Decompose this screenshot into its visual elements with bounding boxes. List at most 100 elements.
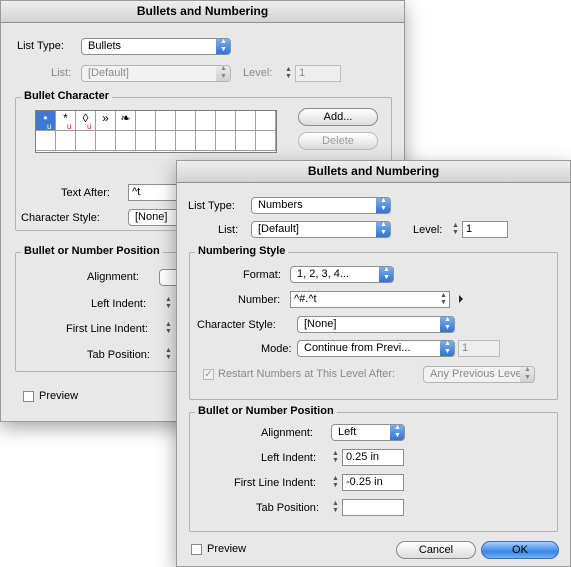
- back-bullet-character-title: Bullet Character: [21, 90, 112, 102]
- front-list-label: List:: [218, 224, 239, 236]
- back-position-title: Bullet or Number Position: [21, 245, 163, 257]
- front-format-value: 1, 2, 3, 4...: [297, 268, 349, 280]
- back-list-type-value: Bullets: [88, 40, 122, 52]
- popup-arrow-icon: ▲ ▼: [440, 341, 454, 356]
- front-first-line-label: First Line Indent:: [234, 477, 316, 489]
- glyph-cell[interactable]: [196, 111, 216, 131]
- popup-arrow-icon: ▲ ▼: [216, 66, 230, 81]
- back-list-popup[interactable]: [Default] ▲ ▼: [81, 65, 231, 82]
- ok-button[interactable]: OK: [481, 541, 559, 559]
- front-first-line-field[interactable]: -0.25 in: [342, 474, 404, 491]
- back-left-indent-stepper-icon[interactable]: ▲ ▼: [164, 296, 173, 311]
- front-level-stepper-icon[interactable]: ▲ ▼: [451, 222, 460, 237]
- glyph-cell[interactable]: [56, 131, 76, 151]
- glyph-cell[interactable]: [176, 111, 196, 131]
- front-number-label: Number:: [238, 294, 281, 306]
- popup-arrow-icon: ▲ ▼: [520, 367, 534, 382]
- back-alignment-label: Alignment:: [87, 271, 139, 283]
- front-char-style-popup[interactable]: [None] ▲ ▼: [297, 316, 455, 333]
- back-level-label: Level:: [243, 67, 273, 79]
- glyph-cell[interactable]: [236, 131, 256, 151]
- front-format-label: Format:: [243, 269, 281, 281]
- front-restart-checkbox[interactable]: ✓: [203, 369, 214, 380]
- glyph-cell[interactable]: [216, 111, 236, 131]
- glyph-cell[interactable]: * u: [56, 111, 76, 131]
- front-list-popup[interactable]: [Default] ▲ ▼: [251, 221, 391, 238]
- glyph-cell[interactable]: [36, 131, 56, 151]
- front-mode-popup[interactable]: Continue from Previ... ▲ ▼: [297, 340, 455, 357]
- front-preview-label: Preview: [207, 543, 247, 555]
- front-format-popup[interactable]: 1, 2, 3, 4... ▲ ▼: [290, 266, 394, 283]
- glyph-cell[interactable]: • u: [36, 111, 56, 131]
- front-restart-popup[interactable]: Any Previous Level ▲ ▼: [423, 366, 535, 383]
- back-text-after-value: ^t: [132, 186, 141, 198]
- insert-special-char-arrow-icon[interactable]: [459, 295, 463, 303]
- front-title-bar: Bullets and Numbering: [177, 161, 570, 183]
- front-left-indent-stepper-icon[interactable]: ▲ ▼: [331, 450, 340, 465]
- front-left-indent-field[interactable]: 0.25 in: [342, 449, 404, 466]
- front-dialog: Bullets and Numbering List Type: Numbers…: [176, 160, 571, 567]
- back-char-style-label: Character Style:: [21, 212, 100, 224]
- popup-arrow-icon: ▲ ▼: [376, 222, 390, 237]
- back-list-value: [Default]: [88, 67, 129, 79]
- glyph-cell[interactable]: [76, 131, 96, 151]
- popup-arrow-icon: ▲ ▼: [376, 198, 390, 213]
- popup-arrow-icon: ▲ ▼: [390, 425, 404, 440]
- back-glyph-grid[interactable]: • u * u ◊ u » ❧: [35, 110, 277, 153]
- glyph-cell[interactable]: [156, 131, 176, 151]
- front-restart-value: Any Previous Level: [430, 368, 525, 380]
- front-list-type-popup[interactable]: Numbers ▲ ▼: [251, 197, 391, 214]
- front-tab-position-field[interactable]: [342, 499, 404, 516]
- back-title-bar: Bullets and Numbering: [1, 1, 404, 23]
- front-first-line-value: -0.25 in: [346, 476, 383, 488]
- front-preview-checkbox[interactable]: [191, 544, 202, 555]
- front-number-field[interactable]: ^#.^t: [290, 291, 450, 308]
- delete-button[interactable]: Delete: [298, 132, 378, 150]
- glyph-cell[interactable]: ❧: [116, 111, 136, 131]
- front-number-stepper-icon[interactable]: ▲ ▼: [439, 292, 448, 307]
- front-list-type-value: Numbers: [258, 199, 303, 211]
- front-alignment-popup[interactable]: Left ▲ ▼: [331, 424, 405, 441]
- front-mode-start-field[interactable]: 1: [458, 340, 500, 357]
- front-restart-label: Restart Numbers at This Level After:: [218, 368, 396, 380]
- back-tab-position-stepper-icon[interactable]: ▲ ▼: [164, 347, 173, 362]
- front-char-style-value: [None]: [304, 318, 337, 330]
- front-alignment-value: Left: [338, 426, 357, 438]
- cancel-button[interactable]: Cancel: [396, 541, 476, 559]
- glyph-cell[interactable]: [256, 131, 276, 151]
- back-tab-position-label: Tab Position:: [87, 349, 150, 361]
- add-button[interactable]: Add...: [298, 108, 378, 126]
- front-number-value: ^#.^t: [294, 293, 317, 305]
- back-text-after-label: Text After:: [61, 187, 110, 199]
- front-level-label: Level:: [413, 224, 443, 236]
- back-level-value: 1: [299, 67, 306, 79]
- glyph-cell[interactable]: [256, 111, 276, 131]
- front-tab-position-label: Tab Position:: [256, 502, 319, 514]
- front-position-title: Bullet or Number Position: [195, 405, 337, 417]
- back-list-type-popup[interactable]: Bullets ▲ ▼: [81, 38, 231, 55]
- glyph-cell[interactable]: [96, 131, 116, 151]
- back-preview-checkbox[interactable]: [23, 391, 34, 402]
- front-first-line-stepper-icon[interactable]: ▲ ▼: [331, 475, 340, 490]
- glyph-cell[interactable]: [176, 131, 196, 151]
- front-level-field[interactable]: 1: [462, 221, 508, 238]
- glyph-cell[interactable]: [196, 131, 216, 151]
- back-level-stepper-icon[interactable]: ▲ ▼: [284, 66, 293, 81]
- glyph-cell[interactable]: [136, 111, 156, 131]
- glyph-cell[interactable]: [156, 111, 176, 131]
- back-first-line-label: First Line Indent:: [66, 323, 148, 335]
- front-left-indent-label: Left Indent:: [261, 452, 317, 464]
- glyph-cell[interactable]: [236, 111, 256, 131]
- back-char-style-value: [None]: [135, 211, 168, 223]
- glyph-cell[interactable]: ◊ u: [76, 111, 96, 131]
- glyph-cell[interactable]: [216, 131, 236, 151]
- back-first-line-stepper-icon[interactable]: ▲ ▼: [164, 321, 173, 336]
- glyph-cell[interactable]: [116, 131, 136, 151]
- glyph-cell[interactable]: »: [96, 111, 116, 131]
- front-tab-position-stepper-icon[interactable]: ▲ ▼: [331, 500, 340, 515]
- front-numbering-style-title: Numbering Style: [195, 245, 289, 257]
- popup-arrow-icon: ▲ ▼: [379, 267, 393, 282]
- glyph-cell[interactable]: [136, 131, 156, 151]
- front-mode-start-value: 1: [462, 342, 469, 354]
- back-level-field[interactable]: 1: [295, 65, 341, 82]
